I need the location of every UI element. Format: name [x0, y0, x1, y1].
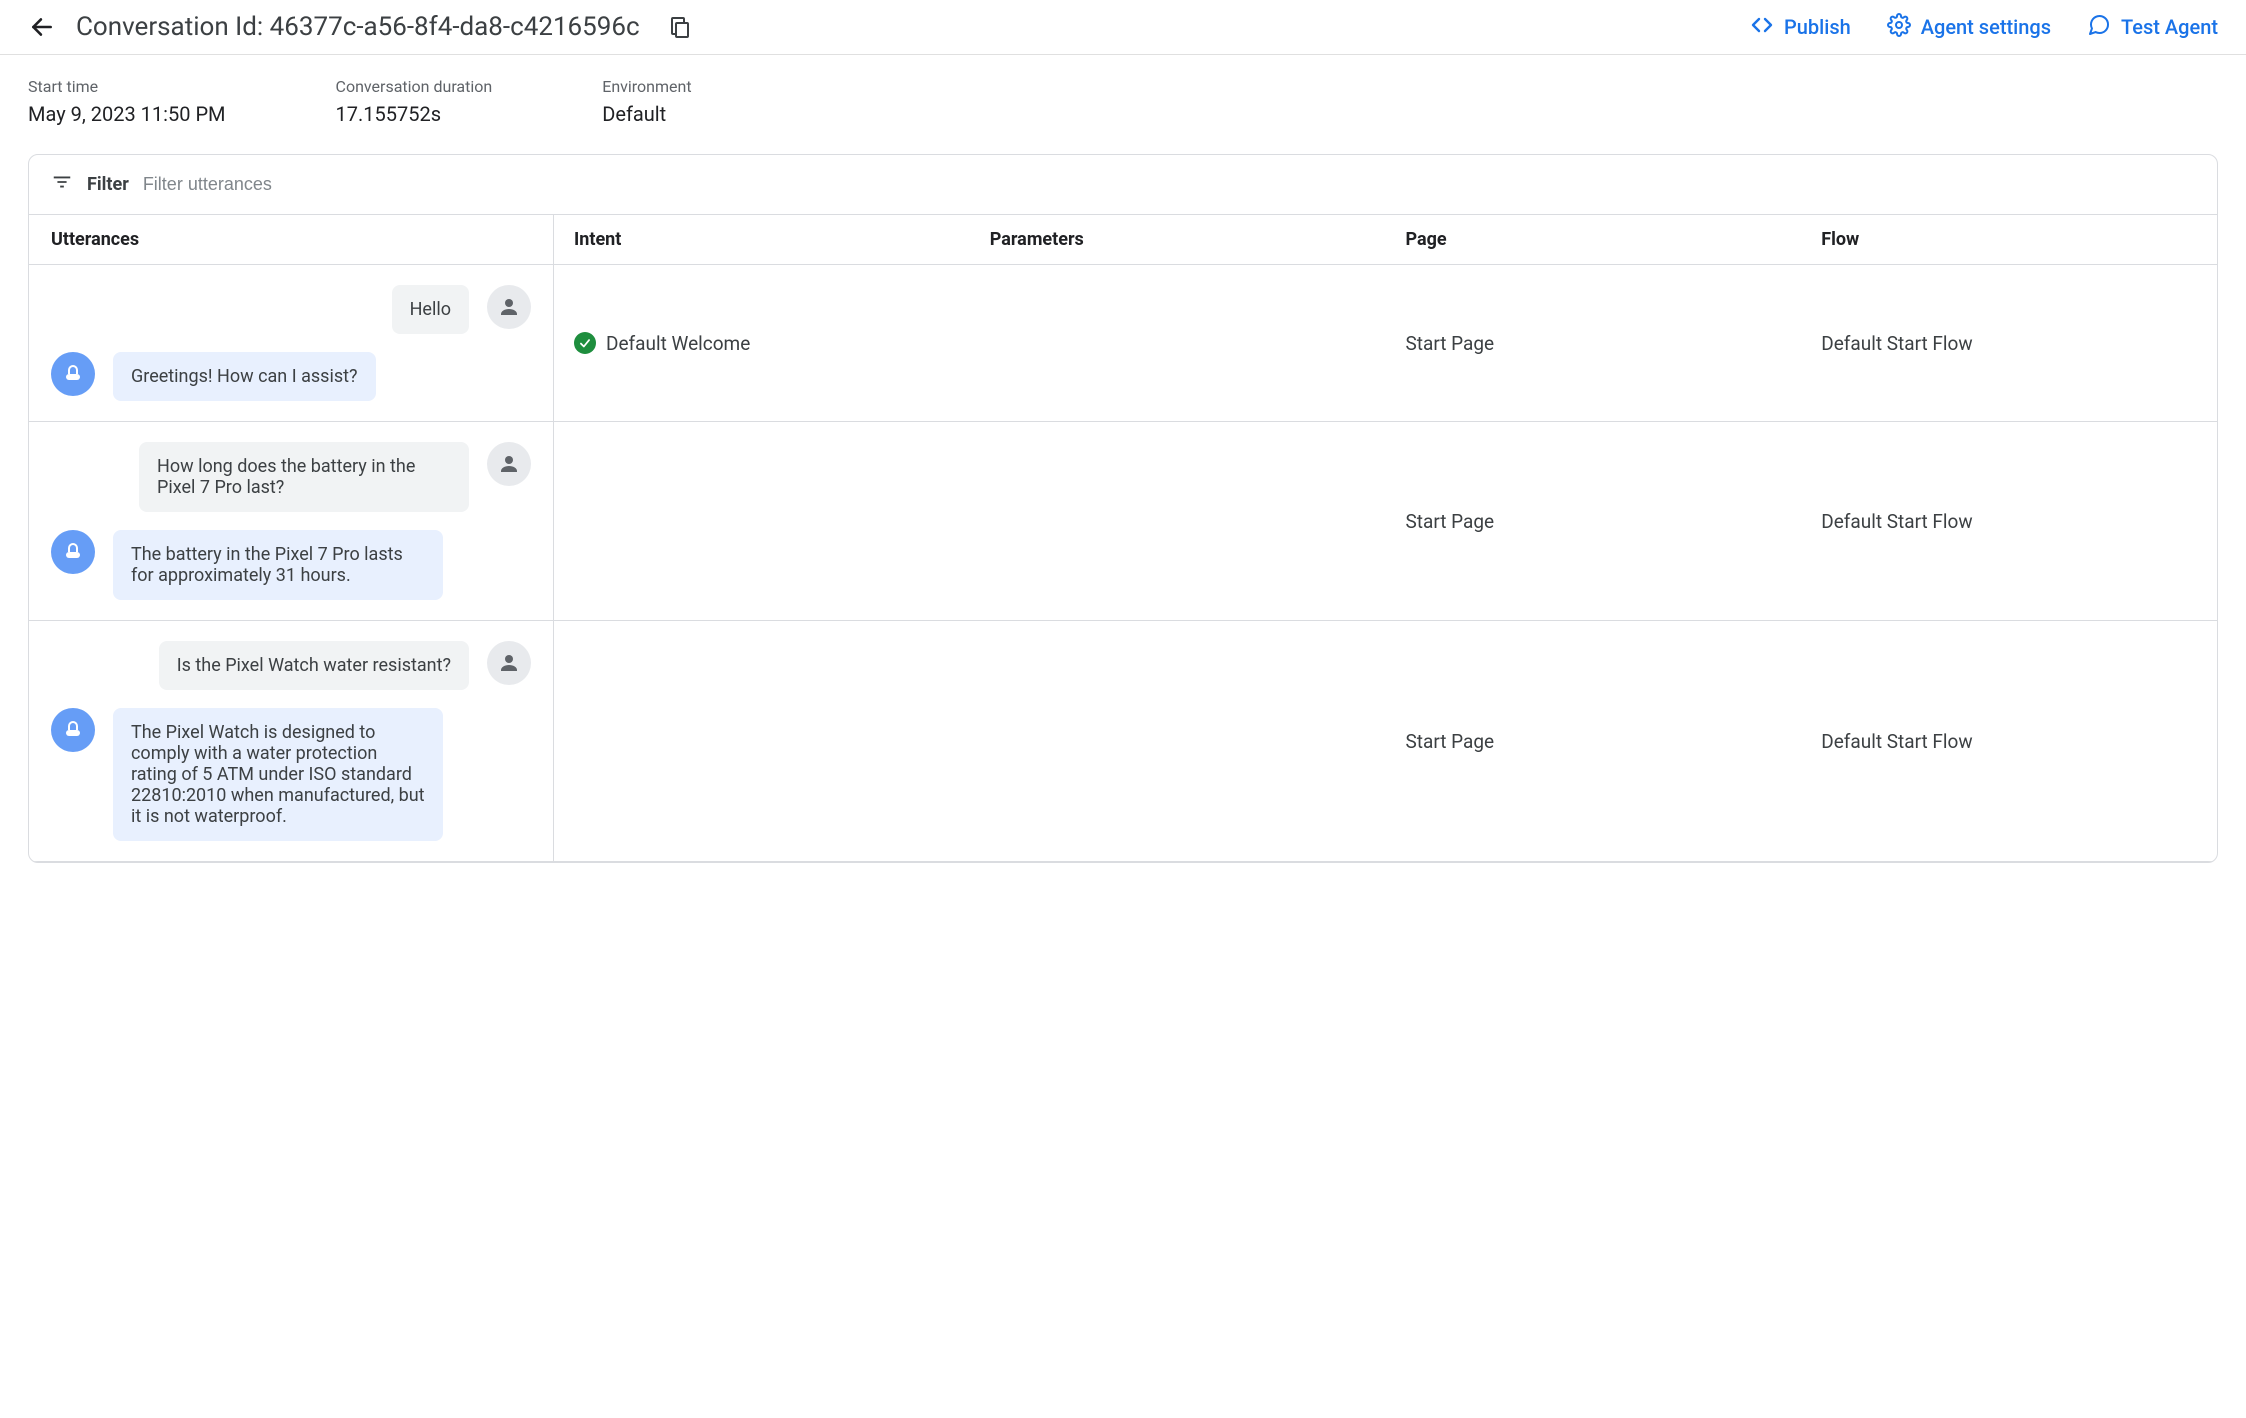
intent-cell	[554, 727, 970, 755]
start-time-label: Start time	[28, 77, 226, 96]
turn-utterances[interactable]: Hello Greetings! How can I assist?	[29, 265, 554, 422]
page-cell: Start Page	[1386, 716, 1802, 767]
back-button[interactable]	[28, 13, 56, 41]
environment-label: Environment	[602, 77, 691, 96]
agent-settings-button[interactable]: Agent settings	[1887, 13, 2051, 42]
duration-label: Conversation duration	[336, 77, 493, 96]
environment-value: Default	[602, 102, 691, 126]
col-parameters: Parameters	[970, 215, 1386, 264]
meta-start-time: Start time May 9, 2023 11:50 PM	[28, 77, 226, 126]
user-avatar-icon	[487, 285, 531, 329]
agent-avatar-icon	[51, 352, 95, 396]
user-avatar-icon	[487, 641, 531, 685]
parameters-cell	[970, 329, 1386, 357]
page-cell: Start Page	[1386, 318, 1802, 369]
flow-cell: Default Start Flow	[1801, 496, 2217, 547]
turn-utterances[interactable]: Is the Pixel Watch water resistant? The P…	[29, 621, 554, 862]
user-utterance: How long does the battery in the Pixel 7…	[139, 442, 469, 512]
intent-cell	[554, 507, 970, 535]
page-cell: Start Page	[1386, 496, 1802, 547]
filter-icon	[51, 171, 73, 198]
test-agent-button[interactable]: Test Agent	[2087, 13, 2218, 42]
turn-details[interactable]: Start PageDefault Start Flow	[554, 422, 2217, 621]
turn-utterances[interactable]: How long does the battery in the Pixel 7…	[29, 422, 554, 621]
meta-environment: Environment Default	[602, 77, 691, 126]
parameters-cell	[970, 727, 1386, 755]
publish-label: Publish	[1784, 15, 1851, 39]
filter-label: Filter	[87, 174, 129, 195]
agent-avatar-icon	[51, 530, 95, 574]
intent-value: Default Welcome	[606, 332, 750, 355]
user-utterance: Hello	[392, 285, 469, 334]
page-title: Conversation Id: 46377c-a56-8f4-da8-c421…	[76, 12, 640, 42]
agent-settings-label: Agent settings	[1921, 15, 2051, 39]
flow-cell: Default Start Flow	[1801, 318, 2217, 369]
user-utterance: Is the Pixel Watch water resistant?	[159, 641, 469, 690]
chat-icon	[2087, 13, 2111, 42]
gear-icon	[1887, 13, 1911, 42]
copy-id-button[interactable]	[666, 13, 694, 41]
flow-cell: Default Start Flow	[1801, 716, 2217, 767]
intent-cell: Default Welcome	[554, 318, 970, 369]
parameters-cell	[970, 507, 1386, 535]
meta-duration: Conversation duration 17.155752s	[336, 77, 493, 126]
filter-input[interactable]	[143, 174, 2195, 195]
agent-utterance: The Pixel Watch is designed to comply wi…	[113, 708, 443, 841]
test-agent-label: Test Agent	[2121, 15, 2218, 39]
agent-avatar-icon	[51, 708, 95, 752]
duration-value: 17.155752s	[336, 102, 493, 126]
start-time-value: May 9, 2023 11:50 PM	[28, 102, 226, 126]
publish-button[interactable]: Publish	[1750, 13, 1851, 42]
user-avatar-icon	[487, 442, 531, 486]
intent-match-check-icon	[574, 332, 596, 354]
agent-utterance: Greetings! How can I assist?	[113, 352, 376, 401]
code-icon	[1750, 13, 1774, 42]
col-page: Page	[1386, 215, 1802, 264]
turn-details[interactable]: Start PageDefault Start Flow	[554, 621, 2217, 862]
col-utterances: Utterances	[29, 215, 554, 265]
col-intent: Intent	[554, 215, 970, 264]
col-flow: Flow	[1801, 215, 2217, 264]
turn-details[interactable]: Default Welcome Start PageDefault Start F…	[554, 265, 2217, 422]
agent-utterance: The battery in the Pixel 7 Pro lasts for…	[113, 530, 443, 600]
